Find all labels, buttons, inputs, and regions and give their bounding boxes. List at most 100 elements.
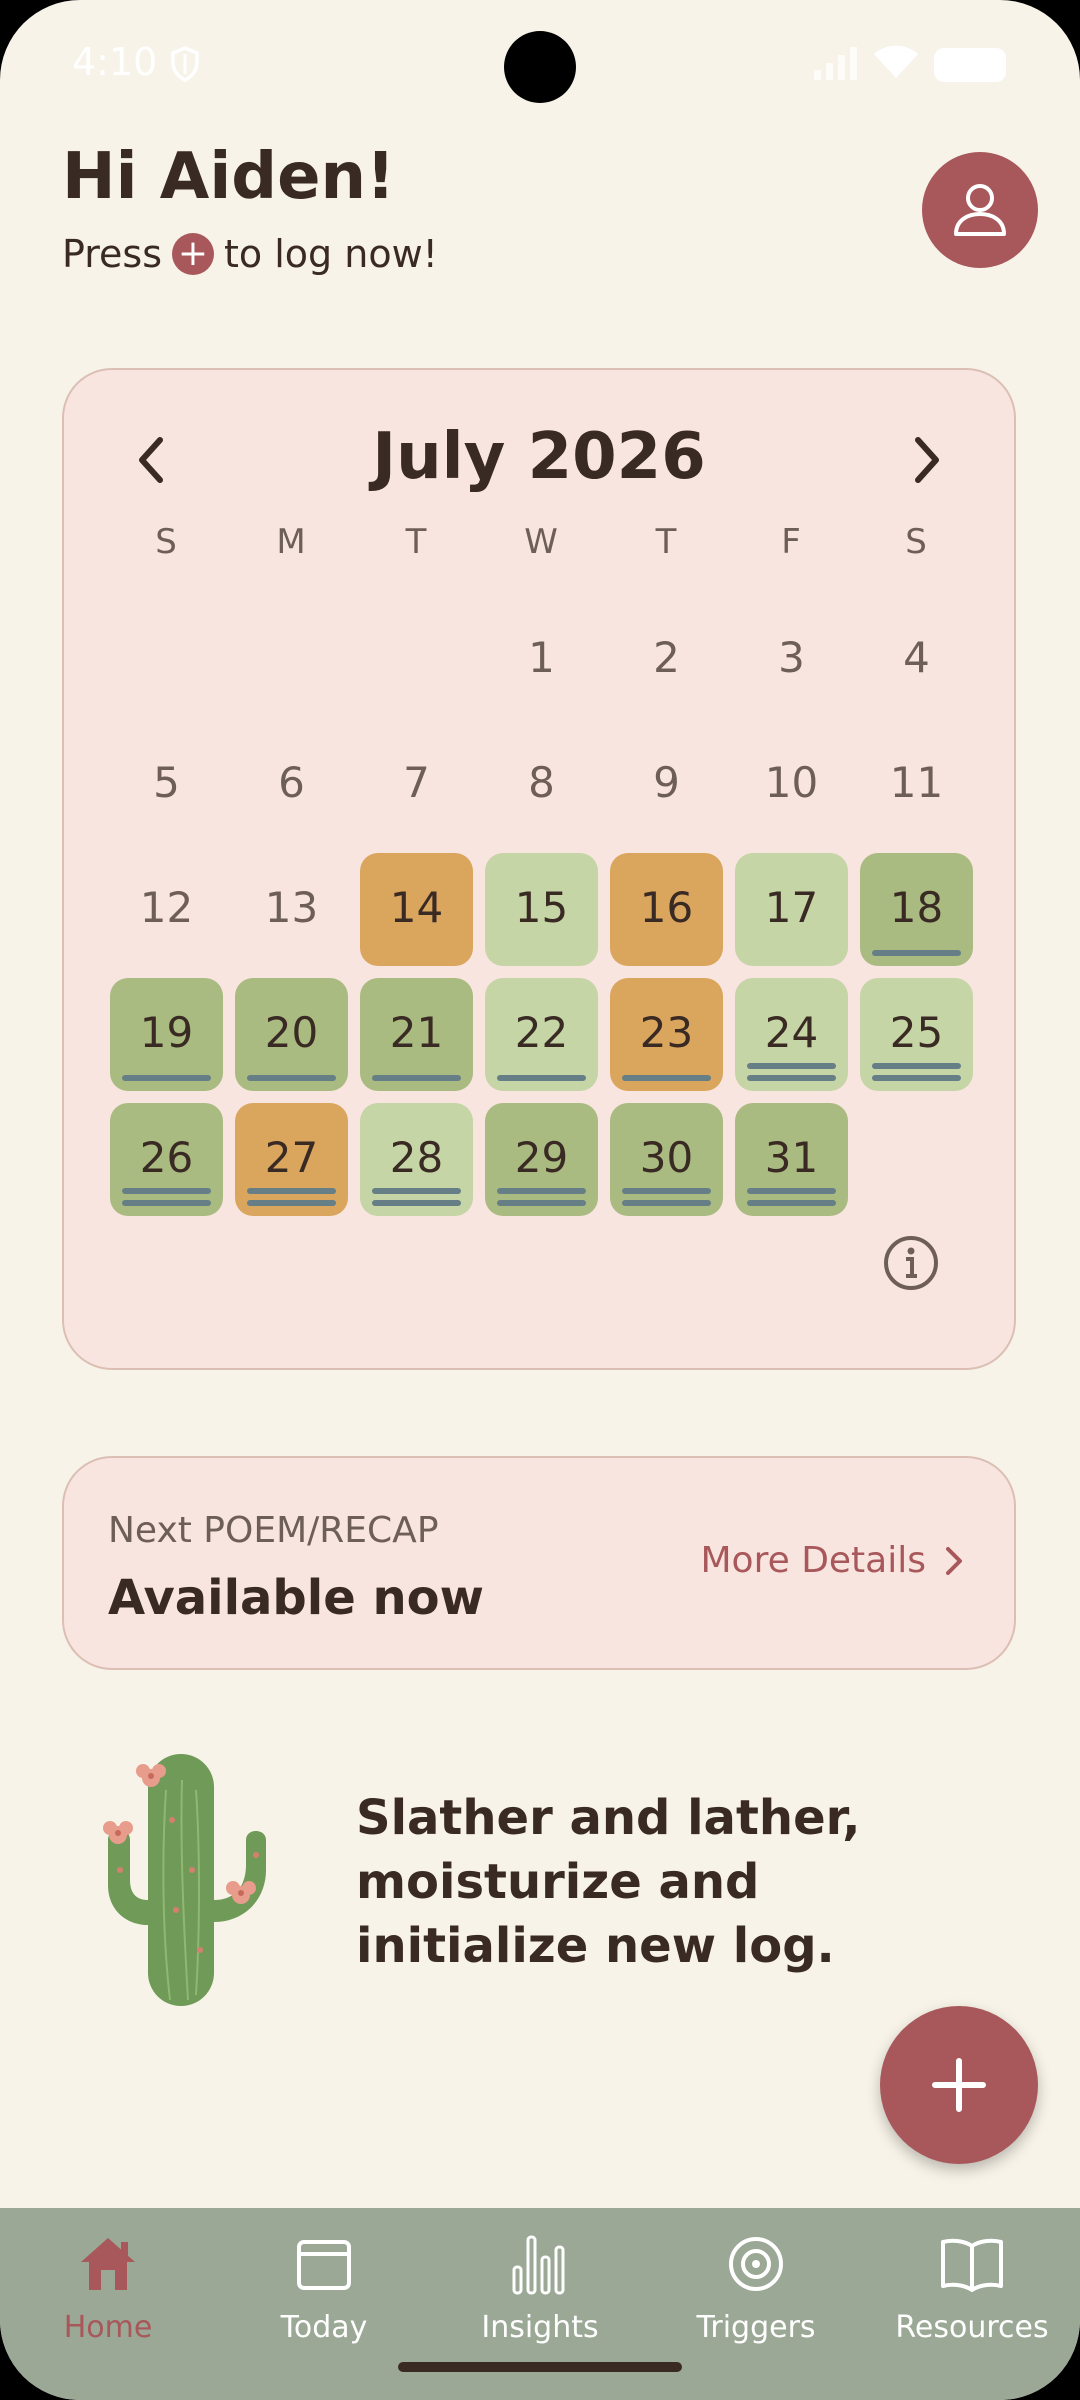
shield-icon	[171, 46, 199, 82]
calendar-day-number: 1	[528, 633, 555, 682]
log-indicator-bar	[747, 1063, 836, 1069]
calendar-day[interactable]: 13	[235, 853, 348, 966]
calendar-day-number: 16	[639, 883, 694, 932]
calendar-day-number: 29	[514, 1133, 569, 1182]
calendar-day[interactable]: 5	[110, 728, 223, 841]
log-indicator-bar	[872, 950, 961, 956]
calendar-day[interactable]: 21	[360, 978, 473, 1091]
calendar-day-number: 18	[889, 883, 944, 932]
log-prompt: Press + to log now!	[62, 232, 438, 276]
next-month-button[interactable]	[908, 430, 948, 490]
calendar-day[interactable]: 24	[735, 978, 848, 1091]
calendar-day[interactable]: 20	[235, 978, 348, 1091]
calendar-day[interactable]: 17	[735, 853, 848, 966]
calendar-card: July 2026 S M T W T F S 1 2 3 4 5 6 7 8 9 10 11 12 13 14 15 16…	[62, 368, 1016, 1370]
calendar-day-number: 23	[639, 1008, 694, 1057]
log-indicator-bar	[372, 1075, 461, 1081]
log-indicator-bar	[747, 1200, 836, 1206]
weekday-header: M	[276, 522, 306, 562]
nav-insights[interactable]: Insights	[450, 2228, 630, 2368]
calendar-day[interactable]: 10	[735, 728, 848, 841]
calendar-day[interactable]: 22	[485, 978, 598, 1091]
target-icon	[729, 2237, 783, 2291]
calendar-day[interactable]: 4	[860, 603, 973, 716]
calendar-day[interactable]: 2	[610, 603, 723, 716]
calendar-day-number: 12	[139, 883, 194, 932]
calendar-day-number: 30	[639, 1133, 694, 1182]
calendar-day-number: 22	[514, 1008, 569, 1057]
log-indicator-bar	[372, 1200, 461, 1206]
calendar-day[interactable]: 28	[360, 1103, 473, 1216]
calendar-day[interactable]: 16	[610, 853, 723, 966]
log-indicator-bar	[497, 1200, 586, 1206]
calendar-day[interactable]: 18	[860, 853, 973, 966]
user-icon	[954, 184, 1006, 236]
calendar-day[interactable]: 26	[110, 1103, 223, 1216]
log-indicator-bar	[622, 1075, 711, 1081]
calendar-day-number: 7	[403, 758, 430, 807]
profile-button[interactable]	[922, 152, 1038, 268]
log-indicator-bar	[497, 1075, 586, 1081]
status-bar: 4:10	[0, 0, 1080, 130]
tip-text: Slather and lather, moisturize and initi…	[356, 1790, 861, 1974]
battery-icon	[934, 48, 1006, 82]
home-indicator	[398, 2362, 682, 2372]
calendar-day[interactable]: 30	[610, 1103, 723, 1216]
calendar-day[interactable]: 29	[485, 1103, 598, 1216]
nav-today[interactable]: Today	[234, 2228, 414, 2368]
log-indicator-bar	[247, 1200, 336, 1206]
calendar-day-number: 14	[389, 883, 444, 932]
calendar-day-number: 28	[389, 1133, 444, 1182]
cactus-illustration	[103, 1754, 266, 2006]
wifi-icon	[874, 45, 918, 78]
more-details-link[interactable]: More Details	[701, 1540, 965, 1581]
month-title: July 2026	[372, 420, 706, 494]
calendar-day[interactable]: 27	[235, 1103, 348, 1216]
calendar-day[interactable]: 7	[360, 728, 473, 841]
next-poem-card[interactable]: Next POEM/RECAP Available now More Detai…	[62, 1456, 1016, 1670]
calendar-day-number: 25	[889, 1008, 944, 1057]
calendar-day[interactable]: 6	[235, 728, 348, 841]
log-indicator-bar	[872, 1075, 961, 1081]
calendar-day[interactable]: 25	[860, 978, 973, 1091]
weekday-header: T	[655, 522, 677, 562]
log-indicator-bar	[497, 1188, 586, 1194]
calendar-day[interactable]: 31	[735, 1103, 848, 1216]
log-indicator-bar	[372, 1188, 461, 1194]
nav-resources[interactable]: Resources	[882, 2228, 1062, 2368]
calendar-day[interactable]: 19	[110, 978, 223, 1091]
calendar-day-number: 3	[778, 633, 805, 682]
log-indicator-bar	[622, 1188, 711, 1194]
calendar-day-number: 24	[764, 1008, 819, 1057]
weekday-header: S	[905, 522, 927, 562]
nav-home[interactable]: Home	[18, 2228, 198, 2368]
log-indicator-bar	[122, 1200, 211, 1206]
calendar-day-number: 2	[653, 633, 680, 682]
log-indicator-bar	[122, 1188, 211, 1194]
info-icon[interactable]	[882, 1234, 940, 1292]
calendar-day[interactable]: 12	[110, 853, 223, 966]
calendar-day[interactable]: 23	[610, 978, 723, 1091]
calendar-day[interactable]: 11	[860, 728, 973, 841]
calendar-day-number: 26	[139, 1133, 194, 1182]
calendar-day[interactable]: 14	[360, 853, 473, 966]
log-indicator-bar	[247, 1075, 336, 1081]
log-prompt-after: to log now!	[224, 232, 438, 276]
calendar-day[interactable]: 9	[610, 728, 723, 841]
calendar-day-number: 10	[764, 758, 819, 807]
nav-triggers[interactable]: Triggers	[666, 2228, 846, 2368]
home-icon	[81, 2238, 135, 2290]
calendar-day[interactable]: 15	[485, 853, 598, 966]
calendar-day-number: 5	[153, 758, 180, 807]
calendar-day-number: 11	[889, 758, 944, 807]
poem-status: Available now	[108, 1570, 484, 1626]
add-log-button[interactable]	[880, 2006, 1038, 2164]
camera-cutout	[504, 31, 576, 103]
calendar-day[interactable]: 8	[485, 728, 598, 841]
more-details-label: More Details	[700, 1540, 927, 1581]
calendar-day-number: 31	[764, 1133, 819, 1182]
greeting-title: Hi Aiden!	[62, 140, 396, 214]
calendar-day[interactable]: 1	[485, 603, 598, 716]
screen: 4:10 Hi Aiden! Press + to log now! July …	[0, 0, 1080, 2400]
calendar-day[interactable]: 3	[735, 603, 848, 716]
